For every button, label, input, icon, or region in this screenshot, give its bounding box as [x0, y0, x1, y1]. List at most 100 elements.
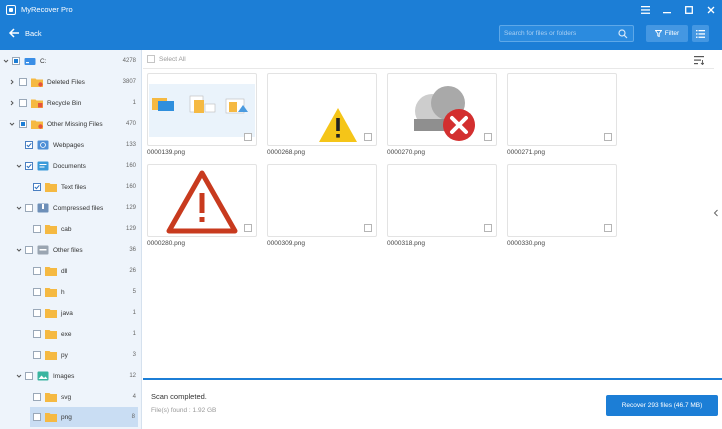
back-arrow-icon[interactable] — [8, 27, 20, 39]
checkbox[interactable] — [25, 204, 33, 212]
tree-item-deleted-files[interactable]: Deleted Files 3807 — [0, 72, 141, 92]
tree-item-exe[interactable]: exe 1 — [0, 324, 141, 344]
archive-icon — [37, 203, 49, 213]
checkmark-icon — [34, 184, 40, 190]
tree-item-java[interactable]: java 1 — [0, 303, 141, 323]
chevron-right-icon[interactable] — [8, 99, 16, 107]
file-thumbnail[interactable] — [147, 73, 257, 146]
tree-item-webpages[interactable]: Webpages 133 — [0, 135, 141, 155]
close-button[interactable] — [700, 0, 722, 19]
app-title: MyRecover Pro — [21, 5, 73, 14]
tree-item-h[interactable]: h 5 — [0, 282, 141, 302]
file-thumbnail[interactable] — [507, 164, 617, 237]
file-checkbox[interactable] — [484, 224, 492, 232]
tree-item-count: 470 — [125, 121, 136, 127]
tree-item-count: 36 — [129, 247, 136, 253]
chevron-down-icon[interactable] — [15, 204, 23, 212]
tree-item-dll[interactable]: dll 26 — [0, 261, 141, 281]
checkbox[interactable] — [33, 393, 41, 401]
chevron-down-icon[interactable] — [15, 162, 23, 170]
minimize-button[interactable] — [656, 0, 678, 19]
chevron-down-icon[interactable] — [8, 120, 16, 128]
tree-item-label: Recycle Bin — [47, 99, 82, 107]
hamburger-menu-icon — [640, 5, 650, 14]
tree-item-svg[interactable]: svg 4 — [0, 387, 141, 407]
file-thumbnail[interactable] — [147, 164, 257, 237]
tree-item-other-files[interactable]: Other files 36 — [0, 240, 141, 260]
file-name: 0000330.png — [507, 240, 545, 247]
checkmark-icon — [26, 163, 32, 169]
folder-icon — [45, 308, 57, 318]
file-checkbox[interactable] — [604, 133, 612, 141]
sort-icon[interactable] — [694, 56, 704, 65]
chevron-down-icon[interactable] — [2, 57, 10, 65]
tree-item-label: Other files — [53, 246, 83, 254]
checkbox[interactable] — [33, 330, 41, 338]
checkbox[interactable] — [19, 78, 27, 86]
file-name: 0000318.png — [387, 240, 425, 247]
checkbox[interactable] — [33, 351, 41, 359]
tree-item-cab[interactable]: cab 129 — [0, 219, 141, 239]
file-thumbnail[interactable] — [267, 73, 377, 146]
chevron-left-icon[interactable] — [713, 209, 719, 217]
tree-item-images[interactable]: Images 12 — [0, 366, 141, 386]
tree-item-recycle-bin[interactable]: Recycle Bin 1 — [0, 93, 141, 113]
tree-item-label: h — [61, 288, 65, 296]
checkbox[interactable] — [12, 57, 20, 65]
tree-item-py[interactable]: py 3 — [0, 345, 141, 365]
view-mode-button[interactable] — [692, 25, 709, 42]
filter-button[interactable]: Filter — [646, 25, 688, 42]
checkbox[interactable] — [19, 99, 27, 107]
select-all-checkbox[interactable] — [147, 55, 155, 63]
tree-item-label: C: — [40, 57, 47, 65]
search-input[interactable] — [504, 27, 614, 40]
file-checkbox[interactable] — [484, 133, 492, 141]
checkbox[interactable] — [33, 413, 41, 421]
back-button[interactable]: Back — [25, 29, 42, 38]
file-thumbnail[interactable] — [387, 73, 497, 146]
file-checkbox[interactable] — [604, 224, 612, 232]
other-files-icon — [37, 245, 49, 255]
tree-item-png-selected[interactable]: png 8 — [30, 407, 138, 427]
checkbox[interactable] — [33, 288, 41, 296]
toolbar: Back Filter — [0, 19, 722, 50]
checkbox[interactable] — [25, 162, 33, 170]
tree-item-label: Deleted Files — [47, 78, 85, 86]
file-checkbox[interactable] — [244, 224, 252, 232]
maximize-button[interactable] — [678, 0, 700, 19]
chevron-right-icon[interactable] — [8, 78, 16, 86]
file-checkbox[interactable] — [364, 224, 372, 232]
checkbox[interactable] — [33, 183, 41, 191]
tree-item-documents[interactable]: Documents 160 — [0, 156, 141, 176]
tree-item-label: py — [61, 351, 68, 359]
chevron-down-icon[interactable] — [15, 246, 23, 254]
checkbox[interactable] — [19, 120, 27, 128]
file-thumbnail[interactable] — [507, 73, 617, 146]
recover-button[interactable]: Recover 293 files (46.7 MB) — [606, 395, 718, 416]
search-icon[interactable] — [618, 29, 628, 39]
checkbox[interactable] — [33, 267, 41, 275]
file-thumbnail[interactable] — [267, 164, 377, 237]
checkbox[interactable] — [25, 246, 33, 254]
file-name: 0000280.png — [147, 240, 185, 247]
checkbox[interactable] — [25, 141, 33, 149]
tree-item-drive-c[interactable]: C: 4278 — [0, 51, 141, 71]
tree-item-label: Documents — [53, 162, 86, 170]
file-checkbox[interactable] — [244, 133, 252, 141]
select-all-label: Select All — [159, 55, 186, 63]
tree-item-other-missing-files[interactable]: Other Missing Files 470 — [0, 114, 141, 134]
select-all[interactable]: Select All — [147, 55, 186, 63]
file-thumbnail[interactable] — [387, 164, 497, 237]
tree-item-text-files[interactable]: Text files 160 — [0, 177, 141, 197]
folder-icon — [45, 224, 57, 234]
alert-triangle-outline-icon — [166, 170, 238, 234]
tree-item-label: svg — [61, 393, 72, 401]
tree-item-compressed-files[interactable]: Compressed files 129 — [0, 198, 141, 218]
file-checkbox[interactable] — [364, 133, 372, 141]
search-box[interactable] — [499, 25, 634, 42]
menu-button[interactable] — [634, 0, 656, 19]
checkbox[interactable] — [33, 225, 41, 233]
chevron-down-icon[interactable] — [15, 372, 23, 380]
checkbox[interactable] — [25, 372, 33, 380]
checkbox[interactable] — [33, 309, 41, 317]
